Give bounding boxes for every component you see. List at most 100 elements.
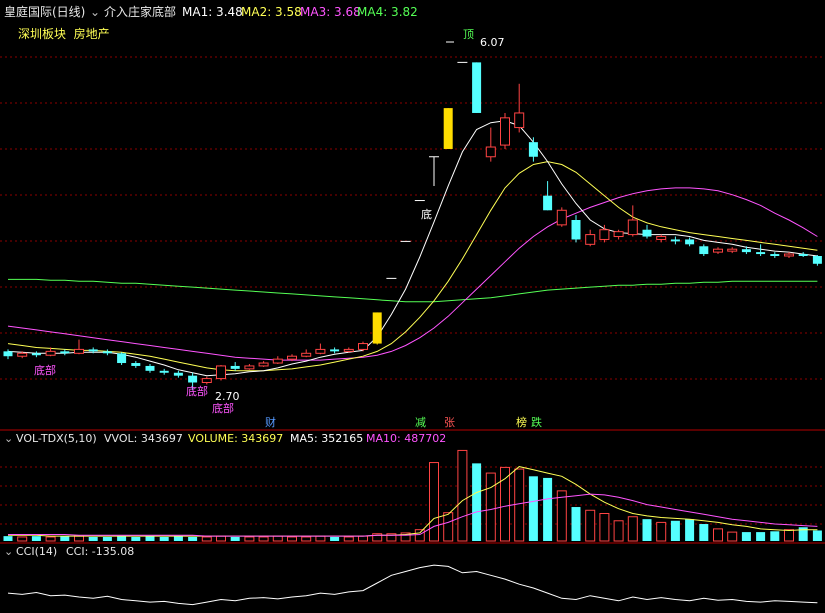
volume-bar: [216, 535, 226, 542]
volume-bar: [315, 535, 326, 542]
vol-ma10-line: [8, 493, 818, 537]
candle-body: [585, 234, 596, 245]
volume-bar: [159, 536, 169, 541]
vol-ma5-line: [8, 466, 818, 537]
volume-bar: [45, 536, 56, 542]
candle-body: [201, 378, 212, 383]
volume-bar: [60, 536, 70, 541]
volume-bar: [414, 529, 425, 542]
volume-bar: [230, 536, 240, 541]
event-label[interactable]: 财: [265, 415, 276, 429]
volume-bar: [528, 476, 538, 541]
cci-collapse-icon[interactable]: ⌄: [4, 545, 13, 558]
candle-body: [571, 220, 581, 240]
volume-bar: [656, 521, 667, 542]
cci-value: CCI: -135.08: [66, 545, 134, 558]
bottom-label-left2: 底部: [186, 384, 208, 398]
event-label[interactable]: 跌: [531, 415, 542, 429]
volume-bar: [287, 536, 297, 542]
volume-bar: [543, 477, 553, 541]
volume-bar: [201, 536, 212, 542]
volume-bar: [756, 532, 766, 541]
event-label[interactable]: 张: [444, 416, 455, 429]
moving-average-lines: [7, 120, 818, 377]
volume-bar: [258, 536, 269, 542]
volume-bar: [31, 536, 41, 541]
candle-body: [131, 363, 141, 366]
ma1-label: MA1: 3.48: [182, 5, 243, 19]
volume-bar: [3, 536, 13, 541]
volume-bar: [627, 516, 638, 542]
candle-body: [443, 108, 453, 149]
candle-body: [173, 372, 183, 376]
candle-body: [301, 352, 312, 357]
candle-body: [145, 365, 155, 371]
candle-body: [613, 231, 624, 238]
ma1-line: [7, 120, 818, 377]
volume-bar: [485, 472, 496, 542]
volume-bar: [188, 536, 198, 541]
volume-bar: [613, 520, 624, 542]
vol-ma10-label: MA10: 487702: [366, 432, 446, 445]
high-value: 6.07: [480, 36, 505, 49]
candle-body: [88, 349, 98, 352]
collapse-icon[interactable]: ⌄: [90, 5, 100, 19]
volume-bar: [131, 536, 141, 541]
candle-body: [102, 351, 112, 354]
ma2-line: [7, 161, 818, 372]
candle-body: [117, 353, 127, 364]
volume-bar: [173, 536, 183, 541]
grid-lines: [0, 56, 825, 525]
ma2-label: MA2: 3.58: [241, 5, 302, 19]
candle-body: [543, 195, 553, 211]
candle-body: [514, 112, 525, 129]
vol-collapse-icon[interactable]: ⌄: [4, 432, 13, 445]
candle-body: [315, 348, 326, 354]
volume-bar: [556, 490, 567, 542]
sector-label: 深圳板块 房地产: [18, 26, 110, 41]
candle-body: [244, 365, 255, 370]
event-label[interactable]: 榜: [516, 415, 527, 429]
event-label[interactable]: 减: [415, 416, 426, 429]
volume-label: VOLUME: 343697: [188, 432, 283, 445]
volume-ma-lines: [8, 466, 818, 537]
candle-body: [330, 349, 340, 352]
candle-body: [599, 229, 610, 240]
indicator-label: 介入庄家底部: [104, 4, 176, 19]
candle-body: [756, 252, 766, 255]
volume-bar: [301, 536, 312, 542]
bottom-label-left: 底部: [34, 363, 56, 377]
candle-body: [627, 219, 638, 236]
candle-body: [770, 254, 780, 256]
volume-bar: [457, 449, 468, 542]
volume-bar: [145, 536, 155, 541]
candle-body: [699, 246, 709, 255]
candle-body: [485, 146, 496, 158]
vol-title: VOL-TDX(5,10): [16, 432, 97, 445]
volume-bar: [585, 509, 596, 542]
candle-body: [713, 248, 723, 253]
candle-body: [258, 362, 269, 367]
candle-body: [670, 239, 680, 242]
candle-body: [656, 236, 667, 240]
candle-body: [31, 353, 41, 356]
stock-label: 皇庭国际(日线): [4, 4, 85, 19]
stock-chart[interactable]: 皇庭国际(日线) ⌄ 介入庄家底部 MA1: 3.48 MA2: 3.58 MA…: [0, 0, 825, 613]
volume-bar: [330, 536, 340, 541]
volume-bar: [571, 507, 581, 541]
candle-body: [272, 358, 283, 364]
candle-body: [798, 254, 808, 256]
candle-body: [727, 248, 738, 252]
vvol-label: VVOL: 343697: [104, 432, 183, 445]
candle-body: [45, 350, 56, 356]
candle-body: [60, 351, 70, 354]
candle-body: [528, 142, 538, 157]
candle-body: [159, 370, 169, 373]
volume-bar: [670, 520, 680, 541]
volume-bar: [343, 536, 354, 542]
volume-bar: [699, 524, 709, 541]
volume-bar: [117, 536, 127, 541]
candle-body: [472, 62, 482, 113]
candle-body: [741, 249, 751, 253]
volume-bar: [472, 463, 482, 541]
